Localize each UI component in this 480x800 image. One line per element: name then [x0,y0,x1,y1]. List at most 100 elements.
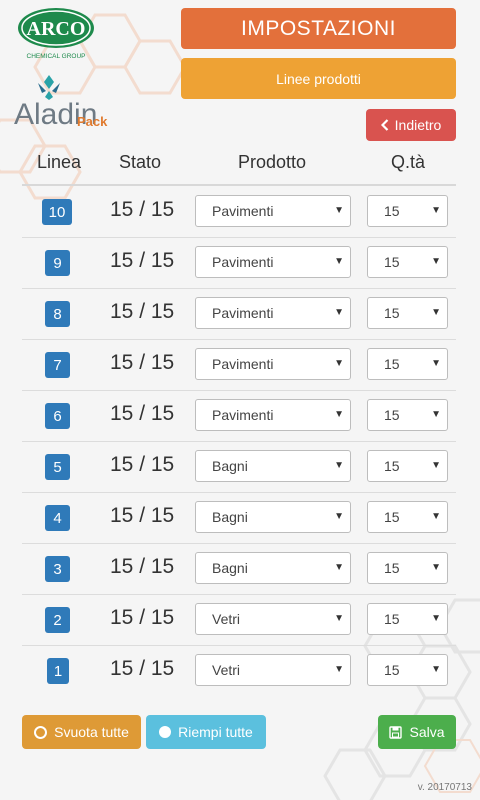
quantity-select[interactable]: 15 ▼ [367,348,448,380]
caret-down-icon: ▼ [431,664,441,675]
quantity-select[interactable]: 15 ▼ [367,654,448,686]
caret-down-icon: ▼ [334,256,344,267]
line-status: 15 / 15 [110,198,175,221]
page-subtitle: Linee prodotti [181,58,456,99]
quantity-select-value: 15 [384,305,400,321]
table-row: 6 15 / 15 Pavimenti ▼ 15 ▼ [22,390,456,442]
product-select-value: Pavimenti [212,356,274,372]
floppy-disk-icon [389,725,403,739]
quantity-select-value: 15 [384,407,400,423]
product-select[interactable]: Vetri ▼ [195,654,351,686]
table-header: Linea Stato Prodotto Q.tà [0,150,480,184]
caret-down-icon: ▼ [334,511,344,522]
quantity-select-value: 15 [384,560,400,576]
caret-down-icon: ▼ [431,511,441,522]
fill-all-label: Riempi tutte [178,724,253,740]
caret-down-icon: ▼ [334,664,344,675]
caret-down-icon: ▼ [431,307,441,318]
caret-down-icon: ▼ [431,409,441,420]
product-select-value: Bagni [212,560,248,576]
line-number-badge: 10 [42,199,72,225]
table-row: 2 15 / 15 Vetri ▼ 15 ▼ [22,594,456,646]
product-select-value: Vetri [212,662,241,678]
empty-all-label: Svuota tutte [54,724,129,740]
back-button[interactable]: Indietro [366,109,456,141]
caret-down-icon: ▼ [334,358,344,369]
column-header-stato: Stato [119,152,162,172]
quantity-select-value: 15 [384,662,400,678]
line-status: 15 / 15 [110,402,175,425]
quantity-select[interactable]: 15 ▼ [367,603,448,635]
product-select[interactable]: Vetri ▼ [195,603,351,635]
product-select-value: Pavimenti [212,203,274,219]
product-select[interactable]: Bagni ▼ [195,552,351,584]
column-header-linea: Linea [37,152,82,172]
caret-down-icon: ▼ [431,205,441,216]
product-select[interactable]: Pavimenti ▼ [195,297,351,329]
line-number-badge: 1 [47,658,69,684]
table-row: 1 15 / 15 Vetri ▼ 15 ▼ [22,645,456,696]
caret-down-icon: ▼ [334,205,344,216]
aladin-logo-mark-icon [38,75,60,100]
quantity-select-value: 15 [384,356,400,372]
column-header-qta: Q.tà [391,152,426,172]
line-number-badge: 2 [45,607,70,633]
line-number-badge: 9 [45,250,70,276]
quantity-select[interactable]: 15 ▼ [367,552,448,584]
arco-logo-subtext: CHEMICAL GROUP [27,53,86,60]
quantity-select[interactable]: 15 ▼ [367,195,448,227]
version-label: v. 20170713 [417,782,472,793]
aladin-pack-text: Pack [77,114,108,129]
table-row: 5 15 / 15 Bagni ▼ 15 ▼ [22,441,456,493]
save-label: Salva [409,724,445,740]
quantity-select[interactable]: 15 ▼ [367,450,448,482]
product-select-value: Pavimenti [212,305,274,321]
product-select-value: Pavimenti [212,407,274,423]
caret-down-icon: ▼ [334,562,344,573]
line-number-badge: 5 [45,454,70,480]
back-button-label: Indietro [394,117,442,133]
line-status: 15 / 15 [110,453,175,476]
arco-logo: ARCO CHEMICAL GROUP [18,8,94,60]
table-row: 4 15 / 15 Bagni ▼ 15 ▼ [22,492,456,544]
quantity-select[interactable]: 15 ▼ [367,246,448,278]
line-status: 15 / 15 [110,300,175,323]
circle-filled-icon [159,726,172,738]
column-header-prodotto: Prodotto [238,152,307,172]
product-select[interactable]: Pavimenti ▼ [195,348,351,380]
line-number-badge: 7 [45,352,70,378]
line-number-badge: 8 [45,301,70,327]
product-select[interactable]: Bagni ▼ [195,501,351,533]
quantity-select-value: 15 [384,509,400,525]
quantity-select[interactable]: 15 ▼ [367,501,448,533]
fill-all-button[interactable]: Riempi tutte [146,715,266,749]
line-number-badge: 4 [45,505,70,531]
line-number-badge: 6 [45,403,70,429]
save-button[interactable]: Salva [378,715,456,749]
line-status: 15 / 15 [110,504,175,527]
product-select-value: Bagni [212,458,248,474]
product-select[interactable]: Pavimenti ▼ [195,246,351,278]
caret-down-icon: ▼ [431,613,441,624]
quantity-select[interactable]: 15 ▼ [367,399,448,431]
table-row: 9 15 / 15 Pavimenti ▼ 15 ▼ [22,237,456,289]
product-select-value: Bagni [212,509,248,525]
arco-logo-text: ARCO [27,18,86,40]
quantity-select[interactable]: 15 ▼ [367,297,448,329]
line-status: 15 / 15 [110,657,175,680]
quantity-select-value: 15 [384,458,400,474]
caret-down-icon: ▼ [334,460,344,471]
line-status: 15 / 15 [110,555,175,578]
product-select[interactable]: Pavimenti ▼ [195,399,351,431]
product-select-value: Vetri [212,611,241,627]
quantity-select-value: 15 [384,611,400,627]
caret-down-icon: ▼ [334,613,344,624]
caret-down-icon: ▼ [431,460,441,471]
line-status: 15 / 15 [110,249,175,272]
product-select[interactable]: Pavimenti ▼ [195,195,351,227]
table-row: 10 15 / 15 Pavimenti ▼ 15 ▼ [22,186,456,238]
empty-all-button[interactable]: Svuota tutte [22,715,141,749]
line-status: 15 / 15 [110,606,175,629]
quantity-select-value: 15 [384,203,400,219]
product-select[interactable]: Bagni ▼ [195,450,351,482]
